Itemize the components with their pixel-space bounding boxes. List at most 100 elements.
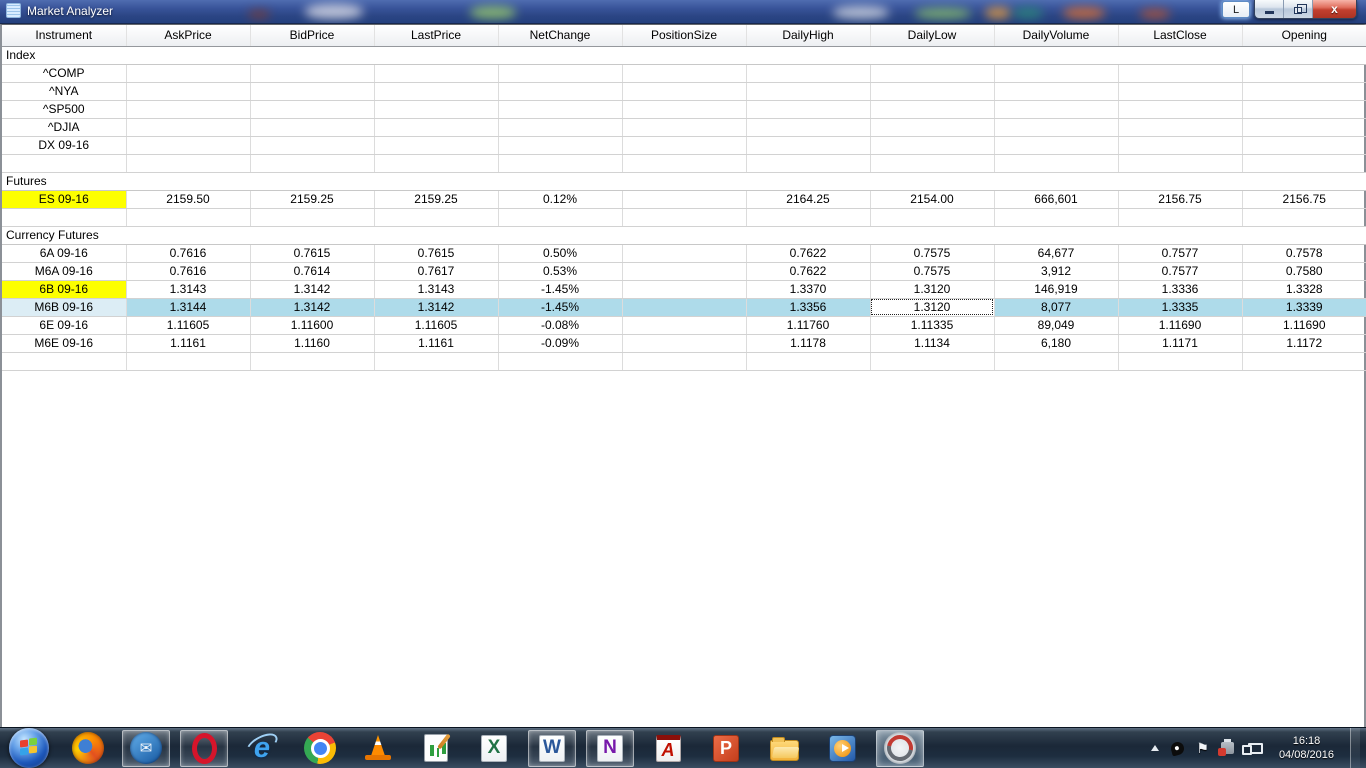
dish-tray-icon[interactable] [1169,740,1186,756]
media-player-taskbar-button[interactable] [818,730,866,767]
show-hidden-icons-button[interactable] [1151,745,1160,751]
value-cell[interactable]: 146,919 [994,280,1119,299]
value-cell[interactable]: 8,077 [994,298,1119,317]
value-cell[interactable]: 1.3339 [1242,298,1366,317]
value-cell[interactable] [498,100,623,119]
value-cell[interactable] [1118,136,1243,155]
value-cell[interactable] [870,118,995,137]
value-cell[interactable]: 0.7575 [870,262,995,281]
value-cell[interactable]: 1.1178 [746,334,871,353]
value-cell[interactable] [746,100,871,119]
value-cell[interactable]: 0.7622 [746,244,871,263]
value-cell[interactable]: 0.7614 [250,262,375,281]
clock[interactable]: 16:18 04/08/2016 [1275,734,1338,762]
instrument-cell[interactable]: 6E 09-16 [2,316,127,335]
value-cell[interactable] [622,136,747,155]
value-cell[interactable]: 2164.25 [746,190,871,209]
instrument-cell[interactable]: ^COMP [2,64,127,83]
maximize-button[interactable] [1284,0,1313,18]
value-cell[interactable]: 1.3142 [250,298,375,317]
value-cell[interactable]: 1.3143 [374,280,499,299]
value-cell[interactable] [250,64,375,83]
value-cell[interactable] [746,154,871,173]
network-icon[interactable] [1241,742,1263,755]
value-cell[interactable]: 1.3328 [1242,280,1366,299]
value-cell[interactable] [622,118,747,137]
instrument-cell[interactable] [2,208,127,227]
value-cell[interactable]: 2159.25 [250,190,375,209]
value-cell[interactable] [870,100,995,119]
value-cell[interactable] [622,190,747,209]
column-header-bidprice[interactable]: BidPrice [250,25,375,47]
value-cell[interactable]: 1.3335 [1118,298,1243,317]
value-cell[interactable] [1118,208,1243,227]
value-cell[interactable] [1242,208,1366,227]
value-cell[interactable] [250,136,375,155]
instrument-cell[interactable]: ES 09-16 [2,190,127,209]
value-cell[interactable]: 0.7615 [374,244,499,263]
value-cell[interactable] [746,136,871,155]
column-header-dailylow[interactable]: DailyLow [870,25,995,47]
value-cell[interactable]: 1.3144 [126,298,251,317]
instrument-cell[interactable]: M6E 09-16 [2,334,127,353]
value-cell[interactable] [1118,118,1243,137]
value-cell[interactable] [1118,352,1243,371]
value-cell[interactable] [994,352,1119,371]
value-cell[interactable]: 89,049 [994,316,1119,335]
value-cell[interactable]: 2159.50 [126,190,251,209]
value-cell[interactable] [622,244,747,263]
instrument-cell[interactable]: 6A 09-16 [2,244,127,263]
value-cell[interactable] [1242,64,1366,83]
value-cell[interactable] [374,82,499,101]
column-header-lastclose[interactable]: LastClose [1118,25,1243,47]
instrument-cell[interactable] [2,352,127,371]
value-cell[interactable]: 1.11605 [374,316,499,335]
value-cell[interactable]: 666,601 [994,190,1119,209]
acrobat-taskbar-button[interactable] [644,730,692,767]
remove-hardware-icon[interactable] [1217,739,1234,756]
value-cell[interactable] [374,136,499,155]
column-header-askprice[interactable]: AskPrice [126,25,251,47]
value-cell[interactable] [1118,82,1243,101]
instrument-cell[interactable]: ^SP500 [2,100,127,119]
value-cell[interactable] [1118,64,1243,83]
ninjatrader-taskbar-button[interactable] [876,729,924,767]
close-button[interactable]: x [1313,0,1356,18]
column-header-positionsize[interactable]: PositionSize [622,25,747,47]
value-cell[interactable]: 0.7617 [374,262,499,281]
value-cell[interactable] [870,208,995,227]
value-cell[interactable] [126,208,251,227]
value-cell[interactable] [374,100,499,119]
value-cell[interactable] [622,100,747,119]
value-cell[interactable] [126,154,251,173]
value-cell[interactable] [994,118,1119,137]
value-cell[interactable] [622,352,747,371]
chrome-taskbar-button[interactable] [296,730,344,767]
onenote-taskbar-button[interactable] [586,729,634,767]
value-cell[interactable] [126,352,251,371]
value-cell[interactable]: 0.7580 [1242,262,1366,281]
value-cell[interactable] [994,100,1119,119]
value-cell[interactable]: 0.12% [498,190,623,209]
value-cell[interactable]: 1.3143 [126,280,251,299]
value-cell[interactable]: 1.11600 [250,316,375,335]
column-header-dailyhigh[interactable]: DailyHigh [746,25,871,47]
value-cell[interactable]: 1.3336 [1118,280,1243,299]
value-cell[interactable] [126,64,251,83]
opera-taskbar-button[interactable] [180,729,228,767]
value-cell[interactable] [250,100,375,119]
value-cell[interactable] [994,208,1119,227]
value-cell[interactable] [250,352,375,371]
value-cell[interactable]: 1.3142 [374,298,499,317]
value-cell[interactable]: 1.11690 [1118,316,1243,335]
start-button[interactable] [6,728,52,768]
value-cell[interactable]: 3,912 [994,262,1119,281]
value-cell[interactable] [870,154,995,173]
column-header-instrument[interactable]: Instrument [2,25,127,47]
value-cell[interactable]: 2154.00 [870,190,995,209]
value-cell[interactable] [870,136,995,155]
value-cell[interactable] [126,136,251,155]
firefox-taskbar-button[interactable] [64,730,112,767]
value-cell[interactable] [498,154,623,173]
value-cell[interactable]: 1.1172 [1242,334,1366,353]
